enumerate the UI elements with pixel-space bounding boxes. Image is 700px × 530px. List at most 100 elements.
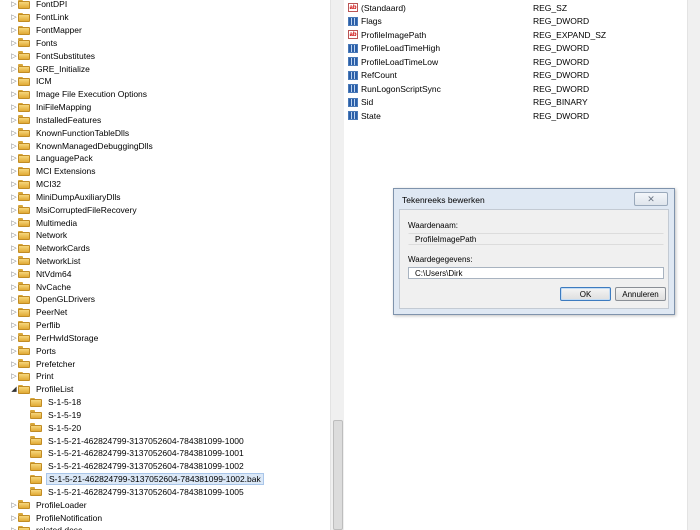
expand-arrow-icon[interactable]: ▷ <box>10 319 18 331</box>
expand-arrow-icon[interactable]: ▷ <box>10 114 18 126</box>
registry-tree[interactable]: ▷ FontDPI ▷ FontLink ▷ FontMapper ▷ Fonts ▷ FontS… <box>0 0 330 530</box>
value-row[interactable]: ProfileLoadTimeHigh REG_DWORD <box>348 42 678 55</box>
expand-arrow-icon[interactable]: ▷ <box>10 268 18 280</box>
tree-key[interactable]: ▷ Prefetcher <box>0 357 330 370</box>
tree-key[interactable]: ▷ KnownManagedDebuggingDlls <box>0 139 330 152</box>
tree-key[interactable]: ▷ MCI32 <box>0 178 330 191</box>
expand-arrow-icon[interactable]: ▷ <box>10 101 18 113</box>
value-row[interactable]: Flags REG_DWORD <box>348 15 678 28</box>
tree-subkey[interactable]: S-1-5-21-462824799-3137052604-784381099-… <box>0 447 330 460</box>
tree-key[interactable]: ▷ OpenGLDrivers <box>0 293 330 306</box>
tree-key[interactable]: ▷ NetworkCards <box>0 242 330 255</box>
value-name: Sid <box>361 97 374 107</box>
expand-arrow-icon[interactable]: ▷ <box>10 255 18 267</box>
expand-arrow-icon[interactable]: ▷ <box>10 50 18 62</box>
tree-key[interactable]: ▷ FontDPI <box>0 0 330 11</box>
tree-subkey[interactable]: S-1-5-18 <box>0 396 330 409</box>
tree-key[interactable]: ▷ MCI Extensions <box>0 165 330 178</box>
tree-key-label: ProfileList <box>36 384 74 395</box>
tree-key[interactable]: ▷ FontSubstitutes <box>0 49 330 62</box>
expand-arrow-icon[interactable]: ▷ <box>10 165 18 177</box>
value-data-input[interactable]: C:\Users\Dirk <box>408 267 664 279</box>
tree-subkey[interactable]: S-1-5-20 <box>0 421 330 434</box>
close-icon[interactable]: ✕ <box>634 192 668 206</box>
tree-key[interactable]: ▷ NtVdm64 <box>0 267 330 280</box>
tree-key[interactable]: ▷ ProfileNotification <box>0 511 330 524</box>
tree-key[interactable]: ▷ NvCache <box>0 280 330 293</box>
expand-arrow-icon[interactable]: ▷ <box>10 512 18 524</box>
expand-arrow-icon[interactable]: ▷ <box>10 332 18 344</box>
tree-key[interactable]: ▷ Perflib <box>0 319 330 332</box>
expand-arrow-icon[interactable]: ▷ <box>10 345 18 357</box>
tree-key[interactable]: ▷ ProfileLoader <box>0 498 330 511</box>
expand-arrow-icon[interactable]: ▷ <box>10 229 18 241</box>
tree-key[interactable]: ▷ Fonts <box>0 36 330 49</box>
expand-arrow-icon[interactable]: ▷ <box>10 281 18 293</box>
tree-subkey[interactable]: S-1-5-21-462824799-3137052604-784381099-… <box>0 460 330 473</box>
tree-subkey[interactable]: S-1-5-19 <box>0 409 330 422</box>
expand-arrow-icon[interactable]: ▷ <box>10 217 18 229</box>
tree-key[interactable]: ▷ PerHwIdStorage <box>0 332 330 345</box>
value-row[interactable]: ab ProfileImagePath REG_EXPAND_SZ <box>348 28 678 41</box>
tree-key-label: MCI32 <box>36 179 62 189</box>
value-row[interactable]: ab (Standaard) REG_SZ <box>348 1 678 14</box>
tree-key[interactable]: ▷ related.desc <box>0 524 330 530</box>
tree-key[interactable]: ▷ InstalledFeatures <box>0 113 330 126</box>
value-row[interactable]: State REG_DWORD <box>348 109 678 122</box>
expand-arrow-icon[interactable]: ▷ <box>10 178 18 190</box>
value-row[interactable]: Sid REG_BINARY <box>348 96 678 109</box>
tree-key[interactable]: ▷ IniFileMapping <box>0 101 330 114</box>
tree-key[interactable]: ▷ Network <box>0 229 330 242</box>
tree-key[interactable]: ▷ PeerNet <box>0 306 330 319</box>
tree-key[interactable]: ▷ MiniDumpAuxiliaryDlls <box>0 190 330 203</box>
expand-arrow-icon[interactable]: ▷ <box>10 191 18 203</box>
expand-arrow-icon[interactable]: ▷ <box>10 358 18 370</box>
values-scrollbar[interactable] <box>687 0 700 530</box>
expand-arrow-icon[interactable]: ▷ <box>10 293 18 305</box>
tree-subkey[interactable]: S-1-5-21-462824799-3137052604-784381099-… <box>0 434 330 447</box>
tree-key[interactable]: ▷ FontMapper <box>0 24 330 37</box>
tree-key[interactable]: ▷ MsiCorruptedFileRecovery <box>0 203 330 216</box>
tree-key[interactable]: ▷ FontLink <box>0 11 330 24</box>
expand-arrow-icon[interactable]: ▷ <box>10 0 18 10</box>
tree-key[interactable]: ▷ KnownFunctionTableDlls <box>0 126 330 139</box>
ok-button[interactable]: OK <box>560 287 611 301</box>
expand-arrow-icon[interactable]: ▷ <box>10 204 18 216</box>
tree-scrollbar[interactable] <box>330 0 345 530</box>
value-row[interactable]: RunLogonScriptSync REG_DWORD <box>348 82 678 95</box>
tree-key[interactable]: ▷ Ports <box>0 344 330 357</box>
tree-scrollbar-thumb[interactable] <box>333 420 343 530</box>
value-name-label: Waardenaam: <box>408 221 458 230</box>
expand-arrow-icon[interactable]: ▷ <box>10 370 18 382</box>
folder-icon <box>18 102 30 112</box>
expand-arrow-icon[interactable]: ▷ <box>10 75 18 87</box>
expand-arrow-icon[interactable]: ▷ <box>10 37 18 49</box>
tree-key[interactable]: ▷ NetworkList <box>0 255 330 268</box>
tree-key[interactable]: ▷ Print <box>0 370 330 383</box>
expand-arrow-icon[interactable]: ▷ <box>10 499 18 511</box>
tree-key[interactable]: ▷ GRE_Initialize <box>0 62 330 75</box>
cancel-button[interactable]: Annuleren <box>615 287 666 301</box>
tree-key[interactable]: ▷ ICM <box>0 75 330 88</box>
expand-arrow-icon[interactable]: ▷ <box>10 88 18 100</box>
expand-arrow-icon[interactable]: ▷ <box>10 140 18 152</box>
tree-key[interactable]: ◢ ProfileList <box>0 383 330 396</box>
tree-key[interactable]: ▷ Image File Execution Options <box>0 88 330 101</box>
expand-arrow-icon[interactable]: ▷ <box>10 11 18 23</box>
expand-arrow-icon[interactable]: ▷ <box>10 127 18 139</box>
expand-arrow-icon[interactable]: ▷ <box>10 24 18 36</box>
expand-arrow-icon[interactable]: ▷ <box>10 242 18 254</box>
value-type: REG_DWORD <box>533 70 590 80</box>
tree-subkey[interactable]: S-1-5-21-462824799-3137052604-784381099-… <box>0 473 330 486</box>
expand-arrow-icon[interactable]: ▷ <box>10 524 18 530</box>
collapse-arrow-icon[interactable]: ◢ <box>10 383 18 395</box>
tree-subkey[interactable]: S-1-5-21-462824799-3137052604-784381099-… <box>0 486 330 499</box>
tree-key[interactable]: ▷ LanguagePack <box>0 152 330 165</box>
expand-arrow-icon[interactable]: ▷ <box>10 63 18 75</box>
expand-arrow-icon[interactable]: ▷ <box>10 152 18 164</box>
tree-key[interactable]: ▷ Multimedia <box>0 216 330 229</box>
value-row[interactable]: RefCount REG_DWORD <box>348 69 678 82</box>
expand-arrow-icon[interactable]: ▷ <box>10 306 18 318</box>
value-row[interactable]: ProfileLoadTimeLow REG_DWORD <box>348 55 678 68</box>
